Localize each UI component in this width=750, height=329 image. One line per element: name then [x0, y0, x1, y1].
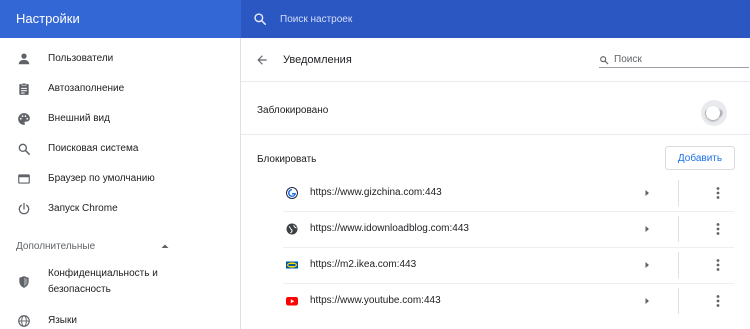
arrow-right-icon[interactable] [642, 260, 652, 270]
sidebar: Пользователи Автозаполнение Внешний вид … [0, 38, 241, 329]
settings-search[interactable] [241, 0, 750, 38]
block-section-label: Блокировать [257, 154, 317, 165]
sidebar-item-search-engine[interactable]: Поисковая система [0, 134, 240, 164]
app-title: Настройки [16, 11, 80, 26]
site-url: https://www.youtube.com:443 [310, 295, 441, 306]
blocked-label: Заблокировано [257, 105, 329, 116]
sidebar-item-label: Конфиденциальность и безопасность [48, 266, 158, 298]
separator [678, 288, 679, 314]
sidebar-item-on-startup[interactable]: Запуск Chrome [0, 194, 240, 224]
add-button[interactable]: Добавить [665, 146, 735, 170]
site-url: https://www.gizchina.com:443 [310, 187, 442, 198]
sidebar-item-label: Браузер по умолчанию [48, 173, 155, 184]
sidebar-item-languages[interactable]: Языки [0, 306, 240, 329]
sidebar-item-label: Автозаполнение [48, 83, 125, 94]
sidebar-item-autofill[interactable]: Автозаполнение [0, 74, 240, 104]
sidebar-item-label: Языки [48, 315, 77, 326]
sidebar-item-default-browser[interactable]: Браузер по умолчанию [0, 164, 240, 194]
more-vert-icon[interactable] [711, 221, 725, 237]
notifications-search[interactable] [599, 52, 749, 68]
site-url: https://m2.ikea.com:443 [310, 259, 417, 270]
more-vert-icon[interactable] [711, 185, 725, 201]
notifications-search-input[interactable] [614, 54, 734, 65]
toggle-knob [706, 106, 720, 120]
separator [678, 252, 679, 278]
main-panel: Уведомления Заблокировано Блокировать До… [241, 38, 750, 329]
site-row: https://www.gizchina.com:443 [241, 176, 750, 212]
arrow-right-icon[interactable] [642, 296, 652, 306]
sidebar-item-privacy[interactable]: Конфиденциальность и безопасность [0, 264, 240, 300]
site-row: https://www.youtube.com:443 [241, 284, 750, 320]
arrow-right-icon[interactable] [642, 224, 652, 234]
ikea-favicon-icon [286, 261, 298, 269]
browser-icon [17, 172, 31, 186]
sidebar-item-people[interactable]: Пользователи [0, 44, 240, 74]
search-icon [17, 142, 31, 156]
sidebar-item-label-line2: безопасность [48, 284, 111, 295]
back-arrow-icon[interactable] [255, 53, 269, 67]
advanced-section-header[interactable]: Дополнительные [16, 238, 176, 254]
sidebar-item-label: Запуск Chrome [48, 203, 118, 214]
sidebar-item-appearance[interactable]: Внешний вид [0, 104, 240, 134]
site-url: https://www.idownloadblog.com:443 [310, 223, 469, 234]
blocked-toggle[interactable] [701, 100, 727, 126]
globe-icon [17, 314, 31, 328]
power-icon [17, 202, 31, 216]
chevron-up-icon[interactable] [159, 240, 171, 252]
person-icon [17, 52, 31, 66]
arrow-right-icon[interactable] [642, 188, 652, 198]
divider [241, 81, 750, 82]
more-vert-icon[interactable] [711, 293, 725, 309]
palette-icon [17, 112, 31, 126]
notifications-card: Уведомления Заблокировано Блокировать До… [241, 38, 750, 329]
search-icon [254, 13, 267, 26]
search-icon [600, 55, 609, 64]
page-title: Уведомления [283, 54, 352, 66]
site-row: https://www.idownloadblog.com:443 [241, 212, 750, 248]
sidebar-item-label: Пользователи [48, 53, 114, 64]
sidebar-item-label: Внешний вид [48, 113, 110, 124]
youtube-favicon-icon [286, 297, 298, 306]
globe-favicon-icon [286, 223, 298, 235]
clipboard-icon [17, 82, 31, 96]
shield-icon [17, 275, 31, 289]
divider [241, 134, 750, 135]
separator [678, 180, 679, 206]
app-header: Настройки [0, 0, 750, 38]
site-row: https://m2.ikea.com:443 [241, 248, 750, 284]
sidebar-item-label-line1: Конфиденциальность и [48, 268, 158, 279]
settings-search-input[interactable] [280, 13, 580, 25]
separator [678, 216, 679, 242]
more-vert-icon[interactable] [711, 257, 725, 273]
sidebar-item-label: Поисковая система [48, 143, 139, 154]
gizchina-favicon-icon [286, 187, 298, 199]
